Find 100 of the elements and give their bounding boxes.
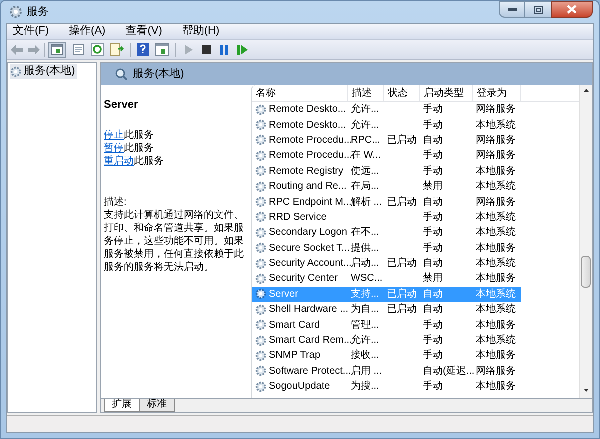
table-cell: RPC... [351,134,380,146]
action-text: 暂停此服务 [104,142,155,154]
table-cell: 手动 [423,242,443,254]
tab[interactable]: 标准 [139,399,175,412]
table-cell-text: RRD Service [269,210,327,225]
table-cell-text: RPC Endpoint M... [269,196,352,210]
table-cell: 手动 [423,320,443,331]
scroll-down-arrow-icon[interactable] [584,389,588,392]
table-cell: 本地系统 [476,288,516,300]
table-cell: 手动 [423,212,443,223]
action-link[interactable]: 暂停 [104,142,124,154]
table-cell-text: Software Protect... [269,364,352,379]
action-link[interactable]: 停止 [104,130,124,140]
table-cell: 禁用 [423,273,443,284]
table-cell: 禁用 [423,181,443,192]
table-cell: 手动 [423,150,443,162]
gear-icon [255,180,267,193]
action-text: 重启动此服务 [104,154,165,168]
column-header[interactable]: 状态 [384,85,420,101]
column-header[interactable]: 启动类型 [420,85,473,101]
scroll-up-arrow-icon[interactable] [584,89,588,92]
window-pane-icon[interactable] [155,43,169,56]
gear-icon [10,66,22,78]
table-cell: 自动 [423,258,443,270]
back-arrow-icon[interactable] [10,44,24,56]
table-cell: 本地服务 [476,166,516,177]
table-cell-text: Remote Registry [269,164,344,179]
table-cell: 在 W... [351,150,381,162]
play-icon[interactable] [185,44,193,54]
description-label: 描述: [104,196,128,208]
table-cell-text: Shell Hardware ... [269,303,348,318]
table-cell-text: Secure Socket T... [269,242,350,256]
table-cell: 已启动 [387,258,417,270]
table-cell: 解析 ... [351,196,382,208]
table-cell: 支持... [351,288,380,300]
gear-icon [255,196,267,208]
table-cell: 手动 [423,350,443,362]
table-cell: 提供... [351,242,380,254]
table-cell: 自动 [423,196,443,208]
table-cell: 网络服务 [476,150,516,162]
table-cell: 已启动 [387,196,417,208]
gear-icon [255,350,267,362]
table-cell: 本地系统 [476,258,516,270]
table-cell-text: Secondary Logon [269,226,348,240]
service-name: Server [104,98,140,113]
close-button[interactable] [551,1,593,18]
restore-button[interactable] [525,1,551,18]
table-cell: 允许... [351,335,380,346]
menu-item[interactable]: 查看(V) [120,23,168,40]
table-cell: 已启动 [387,304,417,316]
gear-icon [255,226,267,239]
panel-title: 服务(本地) [133,66,184,82]
menu-item[interactable]: 操作(A) [63,23,112,40]
properties-icon[interactable] [72,43,85,56]
table-cell: 网络服务 [476,134,516,146]
menu-item[interactable]: 帮助(H) [176,23,226,40]
gear-icon [255,211,267,224]
action-link[interactable]: 重启动 [104,156,134,166]
tree-item[interactable]: 服务(本地) [10,64,78,79]
table-cell: 允许... [351,120,380,131]
column-header[interactable]: 登录为 [473,85,521,101]
column-header[interactable]: 描述 [348,85,384,101]
gear-icon [255,334,267,347]
menu-item[interactable]: 文件(F) [7,23,56,40]
gear-icon [255,258,267,270]
restart-icon[interactable] [237,44,248,54]
table-cell: 手动 [423,120,443,131]
minimize-icon [508,8,516,11]
table-cell-text: Server [269,288,298,302]
table-cell: 使远... [351,166,380,177]
help-icon[interactable] [137,43,149,56]
table-cell: 管理... [351,320,380,331]
gear-icon [255,272,267,285]
console-tree-button[interactable] [48,42,66,58]
gear-icon [255,242,267,254]
table-cell: WSC... [351,273,383,284]
pause-icon[interactable] [220,44,228,54]
close-icon [567,5,577,14]
table-cell: 自动 [423,304,443,316]
gear-icon [255,319,267,332]
table-cell-text: SogouUpdate [269,380,330,394]
table-cell: 本地服务 [476,320,516,331]
table-cell: 本地服务 [476,350,516,362]
table-cell-text: Security Account... [269,258,352,272]
table-cell: 本地系统 [476,181,516,192]
column-header[interactable]: 名称 [252,85,348,101]
gear-icon [255,380,267,393]
table-cell: 手动 [423,227,443,238]
scrollbar-thumb[interactable] [581,256,591,288]
minimize-button[interactable] [499,1,525,18]
scrollbar[interactable] [579,85,592,398]
table-cell-text: Remote Deskto... [269,118,346,133]
gear-icon [255,104,267,116]
tab[interactable]: 扩展 [104,399,140,412]
table-cell: 本地服务 [476,242,516,254]
forward-arrow-icon[interactable] [27,44,41,56]
table-cell: 手动 [423,166,443,177]
table-cell: 网络服务 [476,196,516,208]
table-cell-text: Routing and Re... [269,180,347,194]
export-list-icon[interactable] [110,43,124,56]
